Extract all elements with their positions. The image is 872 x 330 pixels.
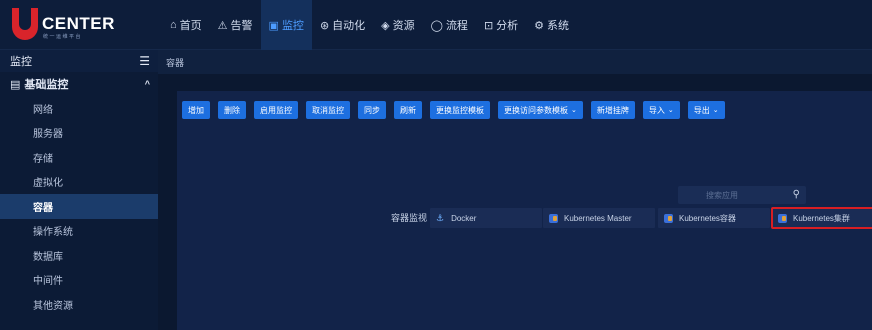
resource-icon: ◈	[381, 19, 390, 32]
workflow-icon: ◯	[430, 19, 443, 32]
logo: CENTER 统一运维平台	[10, 6, 150, 44]
nav-label: 自动化	[332, 20, 366, 32]
change-access-template-button[interactable]: 更换访问参数模板 ⌄	[498, 101, 583, 119]
export-button[interactable]: 导出 ⌄	[687, 101, 725, 119]
logo-tagline: 统一运维平台	[43, 34, 83, 40]
nav-home[interactable]: ⌂ 首页	[162, 0, 210, 50]
nav-label: 系统	[547, 20, 570, 32]
add-button[interactable]: 增加	[182, 101, 210, 119]
chevron-down-icon: ⌄	[571, 107, 577, 114]
enable-monitor-button[interactable]: 启用监控	[254, 101, 298, 119]
top-bar: CENTER 统一运维平台 ⌂ 首页 ⚠ 告警 ▣ 监控 ⊛ 自动化 ◈ 资源 ◯ 流程 ⊡…	[0, 0, 872, 50]
filter-label: Kubernetes集群	[793, 213, 850, 223]
change-monitor-template-button[interactable]: 更换监控模板	[430, 101, 490, 119]
button-label: 导入	[648, 105, 665, 115]
sidebar-item-storage[interactable]: 存储	[0, 145, 158, 170]
sidebar-item-virtualization[interactable]: 虚拟化	[0, 170, 158, 195]
home-icon: ⌂	[170, 19, 177, 31]
nav-automation[interactable]: ⊛ 自动化	[312, 0, 373, 50]
sidebar-group-basic-monitor[interactable]: ▤ 基础监控 ^	[0, 72, 158, 96]
docker-icon: ⚓	[436, 212, 445, 223]
toolbar: 增加 删除 启用监控 取消监控 同步 刷新 更换监控模板 更换访问参数模板 ⌄ 新…	[182, 101, 725, 119]
filter-label: Kubernetes容器	[679, 213, 736, 223]
sidebar-item-other-resources[interactable]: 其他资源	[0, 292, 158, 317]
breadcrumb: 容器	[158, 50, 872, 74]
filter-docker[interactable]: ⚓ Docker	[430, 208, 542, 228]
sync-button[interactable]: 同步	[358, 101, 386, 119]
nav-label: 监控	[281, 20, 304, 32]
nav-label: 资源	[392, 20, 415, 32]
sidebar-item-database[interactable]: 数据库	[0, 243, 158, 268]
search-icon[interactable]: ⚲	[793, 189, 800, 200]
nav-analysis[interactable]: ⊡ 分析	[476, 0, 526, 50]
nav-label: 分析	[496, 20, 519, 32]
group-icon: ▤	[10, 79, 21, 91]
sidebar-item-server[interactable]: 服务器	[0, 121, 158, 146]
nav-workflow[interactable]: ◯ 流程	[423, 0, 476, 50]
filter-kubernetes-master[interactable]: Kubernetes Master	[543, 208, 655, 228]
chevron-down-icon: ⌄	[712, 107, 719, 114]
filter-kubernetes-cluster[interactable]: Kubernetes集群	[771, 207, 872, 229]
nav-resources[interactable]: ◈ 资源	[373, 0, 422, 50]
delete-button[interactable]: 删除	[218, 101, 246, 119]
sidebar-item-container[interactable]: 容器	[0, 194, 158, 219]
sidebar-item-os[interactable]: 操作系统	[0, 219, 158, 244]
sidebar-group-label: 基础监控	[24, 79, 69, 91]
gear-icon: ⚙	[534, 19, 545, 32]
kubernetes-icon	[549, 213, 558, 223]
kubernetes-icon	[778, 213, 787, 223]
search-input[interactable]	[678, 186, 784, 204]
cancel-monitor-button[interactable]: 取消监控	[306, 101, 350, 119]
menu-collapse-icon[interactable]: ☰	[139, 54, 150, 68]
nav-label: 流程	[445, 20, 468, 32]
nav-system[interactable]: ⚙ 系统	[526, 0, 577, 50]
sidebar-header: 监控 ☰	[0, 50, 158, 72]
monitor-icon: ▣	[268, 19, 279, 32]
chevron-up-icon: ^	[144, 79, 150, 89]
sidebar: 监控 ☰ ▤ 基础监控 ^ 网络 服务器 存储 虚拟化 容器 操作系统 数据库 中…	[0, 50, 158, 330]
filter-label: Kubernetes Master	[564, 213, 632, 223]
button-label: 更换访问参数模板	[504, 105, 568, 115]
kubernetes-icon	[664, 213, 673, 223]
chevron-down-icon: ⌄	[667, 107, 674, 114]
nav-label: 告警	[230, 20, 253, 32]
main-nav: ⌂ 首页 ⚠ 告警 ▣ 监控 ⊛ 自动化 ◈ 资源 ◯ 流程 ⊡ 分析 ⚙ 系统	[162, 0, 577, 50]
sidebar-item-middleware[interactable]: 中间件	[0, 268, 158, 293]
nav-monitor[interactable]: ▣ 监控	[260, 0, 312, 50]
main-content: 容器 增加 删除 启用监控 取消监控 同步 刷新 更换监控模板 更换访问参数模板…	[158, 50, 872, 330]
sidebar-item-network[interactable]: 网络	[0, 96, 158, 121]
nav-label: 首页	[179, 20, 202, 32]
add-tag-button[interactable]: 新增挂牌	[590, 101, 635, 119]
logo-u-mark	[12, 8, 38, 40]
nav-alerts[interactable]: ⚠ 告警	[210, 0, 261, 50]
container-monitor-label: 容器监视	[391, 213, 428, 223]
search-box: ⚲	[678, 186, 806, 204]
analysis-icon: ⊡	[483, 19, 494, 32]
button-label: 导出	[693, 105, 710, 115]
refresh-button[interactable]: 刷新	[394, 101, 422, 119]
filter-label: Docker	[451, 213, 477, 223]
alert-icon: ⚠	[217, 19, 228, 32]
filter-kubernetes-container[interactable]: Kubernetes容器	[658, 208, 770, 228]
import-button[interactable]: 导入 ⌄	[642, 101, 680, 119]
sidebar-title: 监控	[10, 56, 32, 68]
logo-text: CENTER	[42, 14, 115, 33]
automation-icon: ⊛	[319, 19, 330, 32]
